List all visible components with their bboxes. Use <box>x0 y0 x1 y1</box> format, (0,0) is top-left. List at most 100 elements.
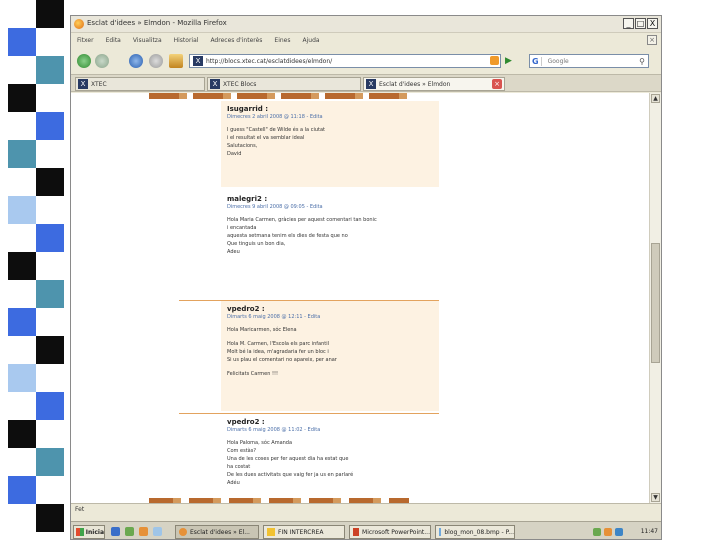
strip-square <box>8 308 36 336</box>
comment-line: De les dues activitats que vaig fer ja u… <box>227 472 354 478</box>
comment-line: Molt bé la idea, m'agradaria fer un bloc… <box>227 349 329 355</box>
quicklaunch-ie-icon[interactable] <box>111 527 120 536</box>
task-label: blog_mon_08.bmp - P... <box>444 528 514 536</box>
quicklaunch-media-icon[interactable] <box>139 527 148 536</box>
comment-line: David <box>227 151 242 157</box>
back-icon[interactable] <box>77 54 91 68</box>
strip-square <box>8 476 36 504</box>
scroll-down-icon[interactable]: ▼ <box>651 493 660 502</box>
comment-line: Com estàs? <box>227 448 256 454</box>
start-label: Inicia <box>85 528 104 536</box>
go-arrow-icon[interactable]: ▶ <box>505 54 517 68</box>
tab-label: XTEC Blocs <box>223 80 257 88</box>
tab-favicon-icon: X <box>210 79 220 89</box>
comment-line: Una de les coses per fer aquest dia ha e… <box>227 456 349 462</box>
clock: 11:47 <box>640 528 658 535</box>
strip-square <box>8 28 36 56</box>
quicklaunch-explorer-icon[interactable] <box>153 527 162 536</box>
comment-line: Adeu <box>227 249 240 255</box>
comment-line: Si us plau el comentari no apareix, per … <box>227 357 337 363</box>
comment-line: Felicitats Carmen !!! <box>227 371 279 377</box>
comment-line: I guess "Castell" de Wilde és a la ciuta… <box>227 127 325 133</box>
stop-icon[interactable] <box>149 54 163 68</box>
search-input[interactable]: G Google ⚲ <box>529 54 649 68</box>
taskbar: Inicia Esclat d'idees » El... FIN INTERC… <box>71 521 661 539</box>
strip-square <box>36 280 64 308</box>
tab-esclat-didees[interactable]: X Esclat d'idees » Elmdon × <box>363 77 505 91</box>
title-bar: Esclat d'idees » Elmdon - Mozilla Firefo… <box>71 16 661 33</box>
tab-xtec-blocs[interactable]: X XTEC Blocs <box>207 77 361 91</box>
menu-item-bookmarks[interactable]: Adreces d'interès <box>210 37 262 44</box>
comment-1: Isugarrid : Dimecres 2 abril 2008 @ 11:1… <box>221 101 439 187</box>
taskbar-item-paint[interactable]: blog_mon_08.bmp - P... <box>435 525 515 539</box>
header-decoration <box>149 93 409 99</box>
url-bar[interactable]: X http://blocs.xtec.cat/esclatdidees/elm… <box>189 54 501 68</box>
folder-icon <box>267 528 275 536</box>
tab-favicon-icon: X <box>78 79 88 89</box>
tab-favicon-icon: X <box>366 79 376 89</box>
comment-line: Hola Maria Carmen, gràcies per aquest co… <box>227 217 377 223</box>
windows-logo-icon <box>76 528 84 536</box>
strip-square <box>36 448 64 476</box>
strip-square <box>8 140 36 168</box>
tray-volume-icon[interactable] <box>604 528 612 536</box>
comment-line: Hola Paloma, sóc Amanda <box>227 440 293 446</box>
comment-meta[interactable]: Dimarts 6 maig 2008 @ 11:02 - Edita <box>221 427 439 433</box>
menu-item-view[interactable]: Visualitza <box>133 37 162 44</box>
taskbar-item-powerpoint[interactable]: Microsoft PowerPoint... <box>349 525 431 539</box>
comment-author[interactable]: vpedro2 : <box>221 414 439 427</box>
comment-line: i el resultat el va semblar ideal <box>227 135 305 141</box>
menu-close-icon[interactable]: × <box>647 35 657 45</box>
scroll-up-icon[interactable]: ▲ <box>651 94 660 103</box>
comment-line: Adéu <box>227 480 240 486</box>
comment-author[interactable]: vpedro2 : <box>221 301 439 314</box>
rss-icon[interactable] <box>490 56 499 65</box>
forward-icon[interactable] <box>95 54 109 68</box>
reload-icon[interactable] <box>129 54 143 68</box>
menu-item-tools[interactable]: Eines <box>274 37 290 44</box>
comment-line: Que tinguis un bon dia, <box>227 241 286 247</box>
vertical-scrollbar[interactable]: ▲ ▼ <box>649 93 661 503</box>
comment-2: malegri2 : Dimecres 9 abril 2008 @ 09:05… <box>221 191 439 297</box>
comment-author[interactable]: malegri2 : <box>221 191 439 204</box>
maximize-button[interactable]: □ <box>635 18 646 29</box>
strip-square <box>36 168 64 196</box>
powerpoint-icon <box>353 528 360 536</box>
taskbar-item-intercrea[interactable]: FIN INTERCREA <box>263 525 345 539</box>
menu-item-file[interactable]: Fitxer <box>77 37 94 44</box>
comment-meta[interactable]: Dimecres 2 abril 2008 @ 11:18 - Edita <box>221 114 439 120</box>
tab-close-icon[interactable]: × <box>492 79 502 89</box>
menu-item-help[interactable]: Ajuda <box>303 37 320 44</box>
quicklaunch-desktop-icon[interactable] <box>125 527 134 536</box>
task-label: Microsoft PowerPoint... <box>362 528 430 536</box>
status-bar: Fet <box>71 503 661 516</box>
close-button[interactable]: X <box>647 18 658 29</box>
paint-icon <box>439 528 442 536</box>
menu-item-history[interactable]: Historial <box>174 37 199 44</box>
strip-square <box>36 224 64 252</box>
tray-network-icon[interactable] <box>593 528 601 536</box>
window-title: Esclat d'idees » Elmdon - Mozilla Firefo… <box>87 19 227 27</box>
comment-author[interactable]: Isugarrid : <box>221 101 439 114</box>
home-icon[interactable] <box>169 54 183 68</box>
comment-meta[interactable]: Dimarts 6 maig 2008 @ 12:11 - Edita <box>221 314 439 320</box>
minimize-button[interactable]: _ <box>623 18 634 29</box>
google-icon[interactable]: G <box>530 56 542 66</box>
comment-line: aquesta setmana tenim els dies de festa … <box>227 233 348 239</box>
tab-xtec[interactable]: X XTEC <box>75 77 205 91</box>
url-text[interactable]: http://blocs.xtec.cat/esclatdidees/elmdo… <box>206 58 332 65</box>
status-text: Fet <box>75 506 85 513</box>
start-button[interactable]: Inicia <box>73 525 105 539</box>
strip-square <box>36 112 64 140</box>
decorative-strip <box>0 0 64 540</box>
site-favicon-icon: X <box>193 56 203 66</box>
scroll-thumb[interactable] <box>651 243 660 363</box>
strip-square <box>36 336 64 364</box>
menu-item-edit[interactable]: Edita <box>106 37 121 44</box>
tab-label: XTEC <box>91 80 107 88</box>
comment-meta[interactable]: Dimecres 9 abril 2008 @ 09:05 - Edita <box>221 204 439 210</box>
search-icon[interactable]: ⚲ <box>639 57 645 66</box>
browser-window: Esclat d'idees » Elmdon - Mozilla Firefo… <box>70 15 662 540</box>
tray-update-icon[interactable] <box>615 528 623 536</box>
taskbar-item-firefox[interactable]: Esclat d'idees » El... <box>175 525 259 539</box>
